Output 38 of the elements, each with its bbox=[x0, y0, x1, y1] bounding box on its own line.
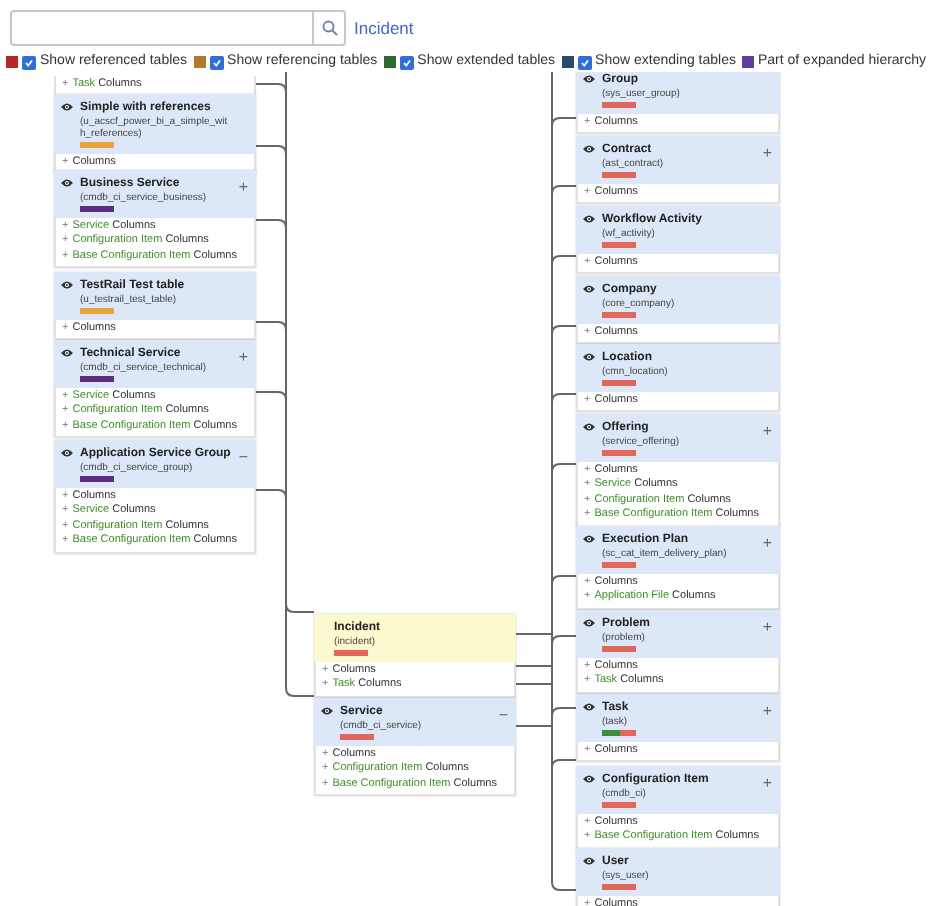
eye-icon bbox=[582, 74, 596, 84]
search-field[interactable] bbox=[10, 10, 346, 46]
eye-icon bbox=[582, 702, 596, 712]
eye-icon bbox=[60, 102, 74, 112]
eye-icon bbox=[320, 706, 334, 716]
checkbox[interactable] bbox=[22, 55, 36, 69]
checkbox[interactable] bbox=[577, 55, 592, 69]
toggle-button[interactable]: + bbox=[238, 180, 248, 196]
eye-icon bbox=[582, 856, 596, 866]
table-link[interactable]: Incident bbox=[354, 15, 414, 41]
toggle-button[interactable]: − bbox=[238, 450, 248, 466]
eye-icon bbox=[582, 214, 596, 224]
eye-icon bbox=[582, 284, 596, 294]
eye-icon bbox=[582, 774, 596, 784]
eye-icon bbox=[582, 352, 596, 362]
check-icon bbox=[211, 57, 222, 67]
search-icon[interactable] bbox=[321, 20, 337, 36]
eye-icon bbox=[582, 534, 596, 544]
check-icon bbox=[579, 57, 590, 67]
check-icon bbox=[401, 57, 412, 67]
toggle-button[interactable]: + bbox=[762, 536, 772, 552]
check-icon bbox=[24, 57, 34, 67]
eye-icon bbox=[60, 178, 74, 188]
toggle-button[interactable]: + bbox=[238, 350, 248, 366]
toggle-button[interactable]: + bbox=[762, 620, 772, 636]
eye-icon bbox=[582, 422, 596, 432]
toggle-button[interactable]: + bbox=[762, 146, 772, 162]
eye-icon bbox=[60, 448, 74, 458]
checkbox[interactable] bbox=[209, 55, 224, 69]
eye-icon bbox=[582, 144, 596, 154]
toggle-button[interactable]: + bbox=[762, 704, 772, 720]
toggle-button[interactable]: − bbox=[498, 708, 508, 724]
eye-icon bbox=[60, 348, 74, 358]
checkbox[interactable] bbox=[399, 55, 414, 69]
eye-icon bbox=[582, 618, 596, 628]
toggle-button[interactable]: + bbox=[762, 424, 772, 440]
eye-icon bbox=[60, 280, 74, 290]
toggle-button[interactable]: + bbox=[762, 776, 772, 792]
